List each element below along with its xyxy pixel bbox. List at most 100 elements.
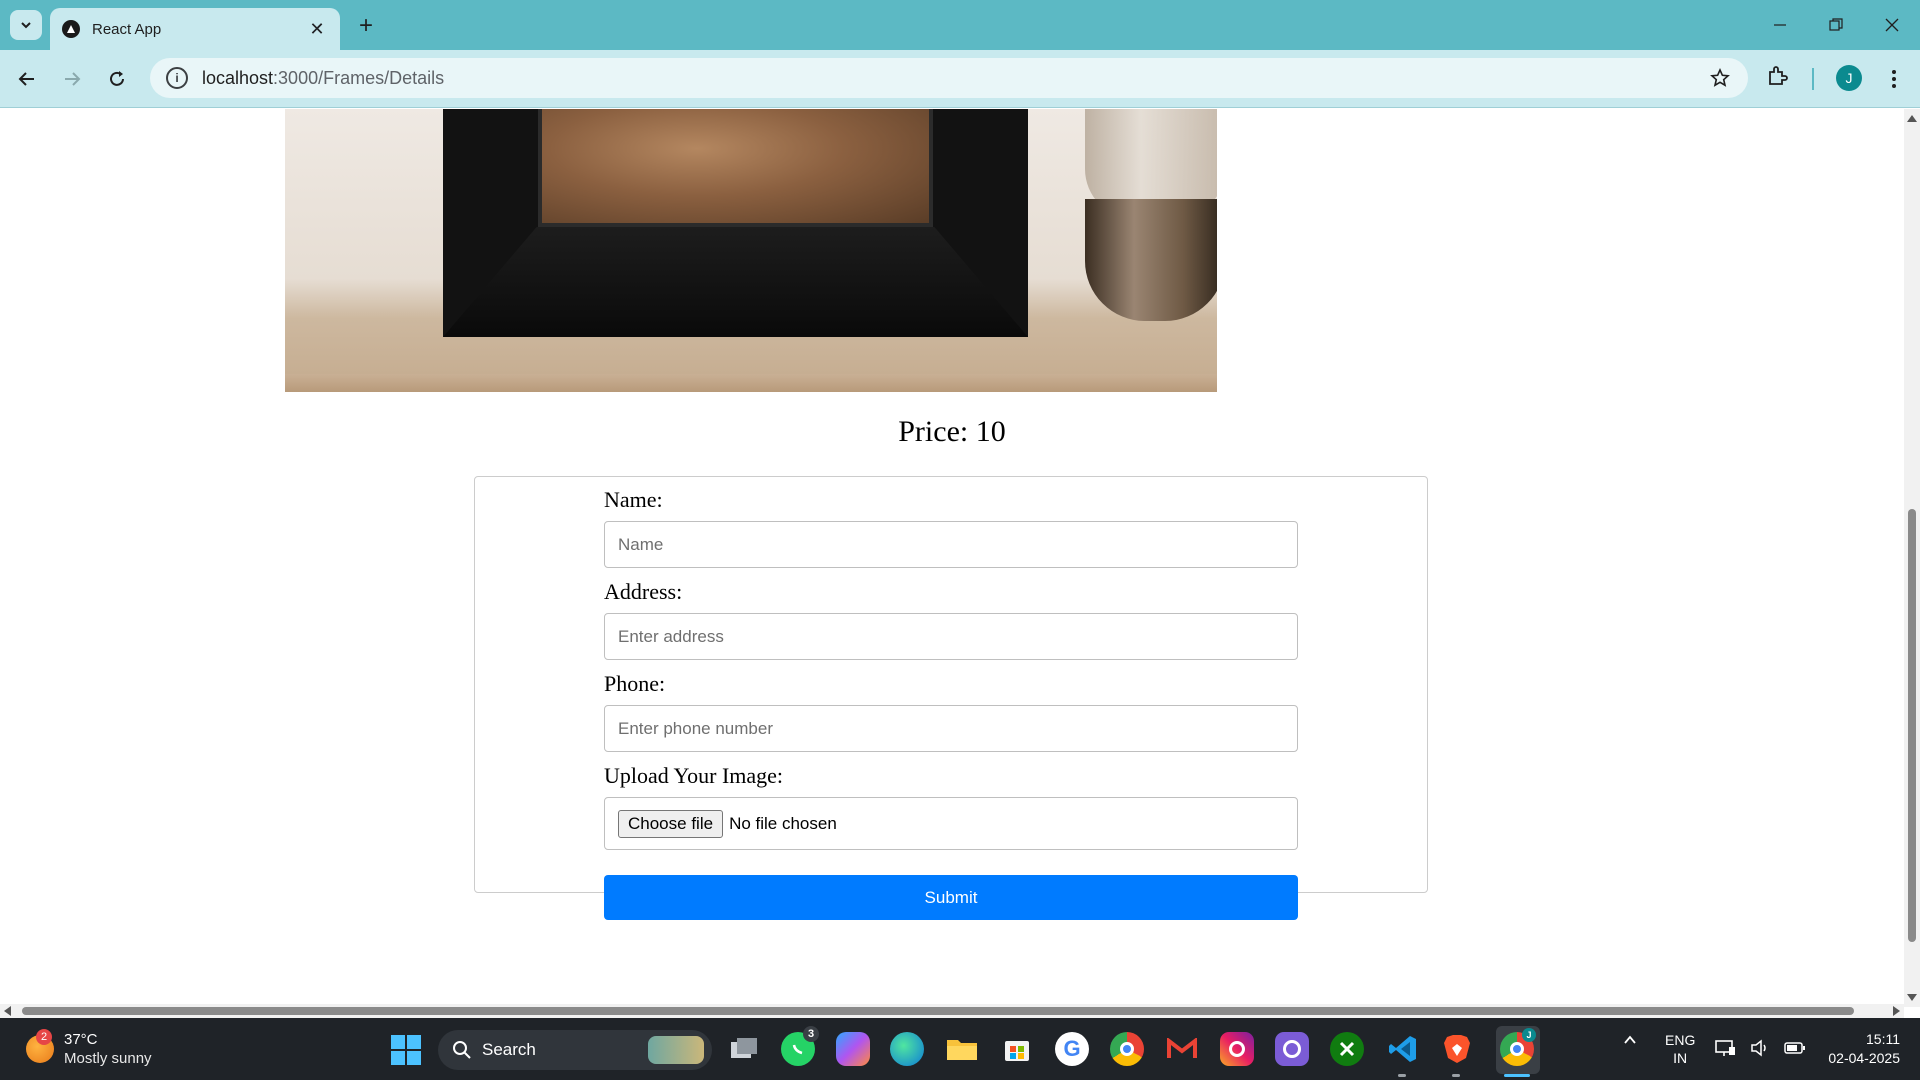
shelf-edge-shape: [285, 374, 1217, 392]
horizontal-scroll-thumb[interactable]: [22, 1007, 1854, 1015]
name-input[interactable]: [604, 521, 1298, 568]
phone-label: Phone:: [604, 671, 666, 696]
arrow-left-icon: [18, 72, 34, 86]
chrome-active-indicator: [1504, 1074, 1530, 1077]
order-form-card: Name: Address: Phone: Upload Your Image:…: [474, 476, 1428, 920]
weather-widget[interactable]: 2 37°C Mostly sunny: [26, 1029, 152, 1068]
url-path: :3000/Frames/Details: [273, 67, 445, 88]
site-info-icon[interactable]: i: [166, 67, 188, 89]
address-bar[interactable]: i localhost:3000/Frames/Details: [150, 58, 1748, 98]
frame-bevel-shape: [443, 227, 1028, 337]
profile-avatar[interactable]: J: [1836, 65, 1862, 91]
forward-button[interactable]: [57, 64, 87, 94]
windows-taskbar: 2 37°C Mostly sunny Search 3 G J ENG IN …: [0, 1018, 1920, 1080]
language-indicator[interactable]: ENG IN: [1665, 1031, 1695, 1067]
tab-search-button[interactable]: [10, 10, 42, 40]
url-host: localhost: [202, 67, 274, 88]
frame-product-photo: [285, 109, 1217, 392]
restore-button[interactable]: [1808, 0, 1864, 50]
vscode-running-indicator: [1398, 1074, 1406, 1077]
address-label: Address:: [604, 579, 683, 604]
vertical-scrollbar[interactable]: [1904, 109, 1920, 1007]
minimize-button[interactable]: [1752, 0, 1808, 50]
frame-picture-shape: [538, 109, 933, 227]
browser-titlebar: React App ✕ +: [0, 0, 1920, 50]
arrow-right-icon: [65, 72, 81, 86]
back-button[interactable]: [12, 64, 42, 94]
volume-icon[interactable]: [1750, 1038, 1770, 1058]
vertical-scroll-thumb[interactable]: [1908, 509, 1916, 942]
page-viewport: Price: 10 Name: Address: Phone: Upload Y…: [0, 109, 1904, 1007]
search-icon: [453, 1041, 471, 1059]
proton-icon[interactable]: [1275, 1032, 1309, 1066]
restore-icon: [1829, 18, 1843, 31]
battery-icon[interactable]: [1784, 1038, 1806, 1058]
bookmark-star-icon[interactable]: [1708, 66, 1732, 90]
taskbar-search[interactable]: Search: [438, 1030, 712, 1070]
xbox-icon[interactable]: [1330, 1032, 1364, 1066]
reload-button[interactable]: [102, 64, 132, 94]
system-tray-icons: [1714, 1038, 1806, 1058]
browser-tab[interactable]: React App ✕: [50, 8, 340, 50]
clock-date: 02-04-2025: [1828, 1050, 1900, 1066]
weather-badge: 2: [36, 1029, 52, 1045]
whatsapp-icon[interactable]: 3: [781, 1026, 819, 1066]
toolbar-divider: [1812, 68, 1814, 90]
name-label: Name:: [604, 487, 663, 512]
taskbar-clock[interactable]: 15:11 02-04-2025: [1810, 1030, 1900, 1068]
copilot-icon[interactable]: [836, 1032, 870, 1066]
language-region: IN: [1673, 1050, 1688, 1066]
file-status-text: No file chosen: [729, 813, 837, 833]
google-icon[interactable]: G: [1055, 1032, 1089, 1066]
weather-description: Mostly sunny: [64, 1050, 152, 1067]
extensions-puzzle-icon[interactable]: [1766, 64, 1790, 93]
close-tab-icon[interactable]: ✕: [306, 18, 328, 40]
scroll-up-arrow-icon[interactable]: [1907, 115, 1917, 122]
chrome-active-icon[interactable]: J: [1500, 1028, 1536, 1066]
photo-frame-shape: [443, 109, 1028, 337]
horizontal-scrollbar[interactable]: [0, 1004, 1904, 1018]
image-upload-label: Upload Your Image:: [604, 763, 784, 788]
phone-input[interactable]: [604, 705, 1298, 752]
gmail-icon[interactable]: [1165, 1032, 1199, 1066]
language-primary: ENG: [1665, 1032, 1696, 1048]
search-label: Search: [482, 1040, 536, 1059]
tray-overflow-icon[interactable]: [1622, 1032, 1638, 1048]
vscode-icon[interactable]: [1386, 1032, 1420, 1066]
clock-time: 15:11: [1866, 1031, 1900, 1047]
chrome-icon[interactable]: [1110, 1032, 1144, 1066]
close-window-button[interactable]: [1864, 0, 1920, 50]
edge-icon[interactable]: [890, 1032, 924, 1066]
react-favicon-icon: [62, 20, 80, 38]
task-view-icon[interactable]: [727, 1032, 761, 1066]
search-highlight-image: [648, 1036, 704, 1064]
network-icon[interactable]: [1714, 1038, 1736, 1058]
choose-file-button[interactable]: Choose file: [618, 809, 724, 838]
whatsapp-badge: 3: [803, 1026, 819, 1042]
scroll-left-arrow-icon[interactable]: [4, 1006, 11, 1016]
reload-icon: [110, 71, 124, 86]
windows-start-icon[interactable]: [391, 1035, 421, 1065]
browser-toolbar: i localhost:3000/Frames/Details J: [0, 50, 1920, 108]
vase-body-shape: [1085, 199, 1217, 321]
scroll-right-arrow-icon[interactable]: [1893, 1006, 1900, 1016]
submit-button[interactable]: Submit: [604, 875, 1298, 920]
instagram-icon[interactable]: [1220, 1032, 1254, 1066]
more-menu-icon[interactable]: [1882, 64, 1906, 94]
new-tab-button[interactable]: +: [352, 12, 380, 40]
file-explorer-icon[interactable]: [945, 1032, 979, 1066]
microsoft-store-icon[interactable]: [1000, 1032, 1034, 1066]
scroll-down-arrow-icon[interactable]: [1907, 994, 1917, 1001]
address-input[interactable]: [604, 613, 1298, 660]
weather-temperature: 37°C: [64, 1031, 98, 1048]
chrome-profile-badge: J: [1522, 1028, 1536, 1042]
sun-icon: 2: [26, 1029, 54, 1063]
image-file-input[interactable]: Choose file No file chosen: [604, 797, 1298, 850]
tab-title: React App: [92, 20, 162, 38]
brave-running-indicator: [1452, 1074, 1460, 1077]
order-form: Name: Address: Phone: Upload Your Image:…: [604, 477, 1298, 920]
brave-icon[interactable]: [1440, 1032, 1474, 1066]
window-controls: [1752, 0, 1920, 50]
price-text: Price: 10: [898, 415, 1006, 448]
minimize-icon: [1774, 24, 1786, 26]
